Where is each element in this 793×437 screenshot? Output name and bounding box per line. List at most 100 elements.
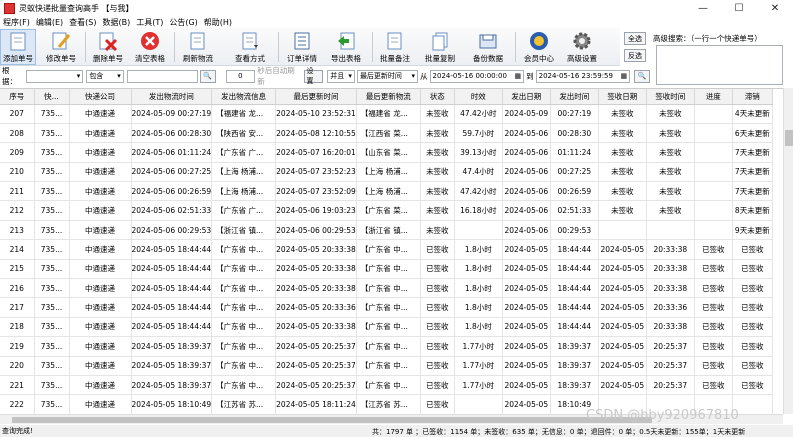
table-cell: 未签收	[646, 142, 695, 163]
scroll-thumb[interactable]	[785, 130, 793, 146]
table-cell: 01:11:24	[550, 142, 599, 163]
column-header[interactable]: 最后更新时间	[275, 89, 357, 105]
table-cell: 未签收	[420, 104, 455, 124]
scroll-thumb[interactable]	[12, 417, 652, 423]
table-cell: 已签收	[732, 239, 773, 260]
export-table-button[interactable]: 导出表格	[326, 29, 366, 65]
table-row[interactable]: 218 735... 中通速递 2024-05-05 18:44:44 【广东省 中..…	[0, 317, 773, 338]
menu-data[interactable]: 数据(B)	[99, 17, 133, 28]
batch-note-button[interactable]: 批量备注	[375, 29, 415, 65]
refresh-icon	[188, 31, 208, 51]
column-header[interactable]: 发出时间	[550, 89, 599, 105]
auto-refresh-input[interactable]: 0	[225, 69, 256, 83]
and-or-select[interactable]: 并且 ▾	[327, 69, 355, 83]
table-cell: 2024-05-06	[502, 123, 551, 144]
table-row[interactable]: 214 735... 中通速递 2024-05-05 18:44:44 【广东省 中..…	[0, 239, 773, 260]
table-cell: 735...	[34, 278, 70, 299]
table-cell: 中通速递	[69, 104, 132, 124]
table-row[interactable]: 211 735... 中通速递 2024-05-06 00:26:59 【上海 杨浦..…	[0, 181, 773, 202]
column-header[interactable]: 状态	[420, 89, 455, 105]
column-header[interactable]: 快递公司	[69, 89, 132, 105]
table-row[interactable]: 210 735... 中通速递 2024-05-06 00:27:25 【上海 杨浦..…	[0, 162, 773, 183]
add-number-button[interactable]: 添加单号	[0, 29, 36, 65]
settings-button[interactable]: 设置	[303, 67, 324, 85]
menu-notice[interactable]: 公告(G)	[166, 17, 200, 28]
invert-selection-button[interactable]: 反选	[624, 49, 646, 62]
advanced-settings-button[interactable]: 高级设置	[562, 29, 602, 65]
table-cell: 47.42小时	[454, 181, 503, 202]
column-header[interactable]: 序号	[0, 89, 35, 105]
table-cell: 已签收	[694, 356, 733, 376]
column-header[interactable]: 发出物流时间	[131, 89, 213, 105]
close-button[interactable]: ✕	[757, 0, 793, 16]
from-datetime-input[interactable]: 2024-05-16 00:00:00 ▦	[429, 69, 525, 83]
table-row[interactable]: 217 735... 中通速递 2024-05-05 18:44:44 【广东省 中..…	[0, 297, 773, 318]
column-header[interactable]: 最后更新物流	[356, 89, 421, 105]
pencil-icon	[51, 31, 71, 51]
table-row[interactable]: 208 735... 中通速递 2024-05-06 00:28:30 【陕西省 安..…	[0, 123, 773, 144]
search-button[interactable]: 🔍	[199, 69, 216, 83]
backup-data-button[interactable]: 备份数据	[467, 29, 509, 65]
table-row[interactable]: 215 735... 中通速递 2024-05-05 18:44:44 【广东省 中..…	[0, 259, 773, 280]
column-header[interactable]: 快...	[34, 89, 70, 105]
table-cell: 中通速递	[69, 181, 132, 202]
table-cell: 中通速递	[69, 239, 132, 260]
menu-tools[interactable]: 工具(T)	[133, 17, 166, 28]
table-cell	[454, 220, 503, 241]
table-cell: 未签收	[646, 200, 695, 221]
table-cell: 219	[0, 336, 35, 357]
delete-number-button[interactable]: 删除单号	[89, 29, 127, 65]
table-row[interactable]: 221 735... 中通速递 2024-05-05 18:39:37 【广东省 中..…	[0, 375, 773, 396]
advanced-search-input[interactable]	[656, 45, 783, 85]
table-cell: 已签收	[694, 259, 733, 280]
member-center-button[interactable]: 会员中心	[519, 29, 559, 65]
table-cell: 2024-05-05	[598, 375, 647, 396]
contains-select[interactable]: 包含 ▾	[86, 69, 124, 83]
column-header[interactable]: 进度	[694, 89, 733, 105]
table-cell: 1.8小时	[454, 317, 503, 338]
select-all-button[interactable]: 全选	[624, 32, 646, 45]
menu-view[interactable]: 查看(S)	[66, 17, 99, 28]
table-cell: 中通速递	[69, 200, 132, 221]
order-detail-button[interactable]: 订单详情	[282, 29, 322, 65]
clear-table-button[interactable]: 清空表格	[131, 29, 169, 65]
field-select[interactable]: ▾	[26, 69, 84, 83]
to-datetime-input[interactable]: 2024-05-16 23:59:59 ▦	[535, 69, 631, 83]
table-cell: 已签收	[420, 336, 455, 357]
column-header[interactable]: 签收日期	[598, 89, 647, 105]
column-header[interactable]: 签收时间	[646, 89, 695, 105]
time-search-button[interactable]: 🔍	[634, 69, 651, 83]
menu-edit[interactable]: 编辑(E)	[33, 17, 66, 28]
edit-number-button[interactable]: 修改单号	[42, 29, 80, 65]
column-header[interactable]: 时效	[454, 89, 503, 105]
table-row[interactable]: 207 735... 中通速递 2024-05-09 00:27:19 【福建省 龙..…	[0, 104, 773, 124]
table-row[interactable]: 213 735... 中通速递 2024-05-06 00:29:53 【浙江省 镇..…	[0, 220, 773, 241]
table-cell: 未签收	[598, 162, 647, 183]
table-row[interactable]: 209 735... 中通速递 2024-05-06 01:11:24 【广东省 广..…	[0, 142, 773, 163]
table-cell: 217	[0, 297, 35, 318]
table-row[interactable]: 219 735... 中通速递 2024-05-05 18:39:37 【广东省 中..…	[0, 336, 773, 357]
table-cell: 【广东省 菜...	[356, 200, 421, 221]
time-field-select[interactable]: 最后更新时间 ▾	[356, 69, 419, 83]
table-cell: 215	[0, 259, 35, 280]
column-header[interactable]: 发出日期	[502, 89, 551, 105]
table-cell: 210	[0, 162, 35, 183]
table-cell: 2024-05-05 18:10:49	[131, 394, 213, 414]
column-header[interactable]: 发出物流信息	[211, 89, 277, 105]
table-row[interactable]: 212 735... 中通速递 2024-05-06 02:51:33 【广东省 广..…	[0, 200, 773, 221]
keyword-input[interactable]	[126, 69, 198, 83]
view-mode-button[interactable]: 查看方式	[230, 29, 270, 65]
menu-help[interactable]: 帮助(H)	[201, 17, 235, 28]
vertical-scrollbar[interactable]	[783, 88, 793, 414]
table-row[interactable]: 216 735... 中通速递 2024-05-05 18:44:44 【广东省 中..…	[0, 278, 773, 299]
table-cell: 735...	[34, 142, 70, 163]
refresh-logistics-button[interactable]: 刷新物流	[178, 29, 218, 65]
column-header[interactable]: 滞销	[732, 89, 773, 105]
menu-program[interactable]: 程序(F)	[0, 17, 33, 28]
minimize-button[interactable]: —	[685, 0, 721, 16]
table-row[interactable]: 220 735... 中通速递 2024-05-05 18:39:37 【广东省 中..…	[0, 356, 773, 376]
batch-copy-button[interactable]: 批量复制	[420, 29, 460, 65]
table-cell: 未签收	[420, 220, 455, 241]
maximize-button[interactable]: ☐	[721, 0, 757, 16]
table-cell: 【上海 杨浦...	[211, 162, 277, 183]
